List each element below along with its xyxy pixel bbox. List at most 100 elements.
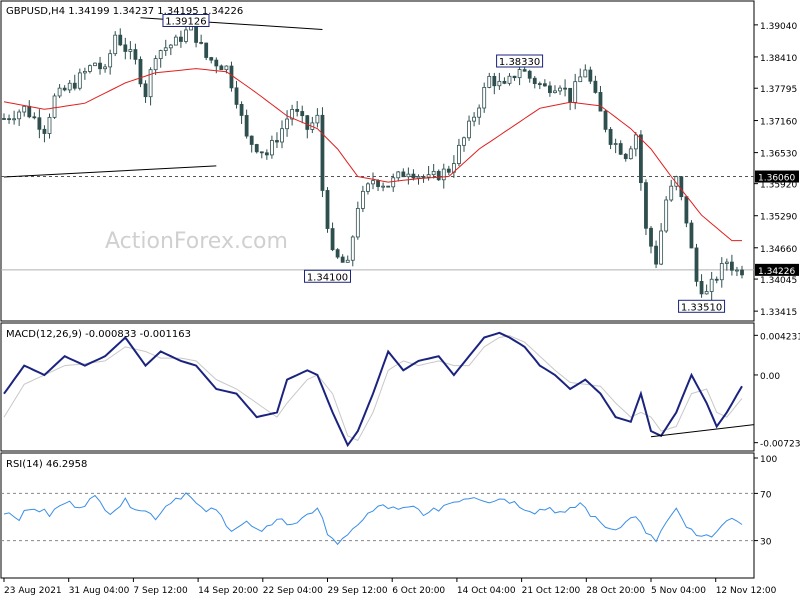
candle-body bbox=[143, 83, 148, 98]
candle-body bbox=[588, 69, 593, 82]
price-tick-label: 1.33415 bbox=[760, 308, 797, 318]
candle-body bbox=[315, 114, 320, 124]
candle-body bbox=[280, 128, 284, 143]
candle-body bbox=[42, 128, 47, 134]
annotation-label: 1.33510 bbox=[681, 302, 722, 313]
candle-body bbox=[108, 53, 113, 68]
x-tick-label: 7 Sep 12:00 bbox=[133, 586, 188, 596]
candle-body bbox=[659, 230, 664, 265]
candle-body bbox=[679, 176, 684, 198]
watermark: ActionForex.com bbox=[105, 229, 288, 254]
candle-body bbox=[517, 69, 522, 79]
candle-body bbox=[462, 137, 466, 146]
candle-body bbox=[649, 227, 653, 247]
candle-body bbox=[275, 140, 279, 143]
candle-body bbox=[482, 87, 487, 109]
candle-body bbox=[537, 83, 542, 86]
price-tick-label: 1.35290 bbox=[760, 213, 797, 223]
candle-body bbox=[573, 81, 578, 103]
candle-body bbox=[704, 291, 709, 295]
candle-body bbox=[350, 236, 355, 261]
x-tick-label: 22 Sep 04:00 bbox=[263, 586, 323, 596]
candle-body bbox=[133, 49, 138, 60]
candle-body bbox=[7, 118, 11, 121]
rsi-tick-label: 100 bbox=[760, 455, 777, 465]
candle-body bbox=[345, 259, 350, 263]
candle-body bbox=[628, 148, 633, 160]
candle-body bbox=[386, 185, 391, 188]
candle-body bbox=[441, 168, 446, 181]
candle-body bbox=[477, 107, 482, 118]
annotation-label: 1.39126 bbox=[165, 16, 206, 27]
candle-body bbox=[32, 116, 37, 119]
candle-body bbox=[603, 110, 608, 130]
candle-body bbox=[684, 196, 689, 224]
candle-body bbox=[93, 62, 97, 67]
candle-body bbox=[138, 58, 143, 85]
candle-body bbox=[548, 85, 552, 94]
candle-body bbox=[264, 152, 269, 156]
annotation-label: 1.34100 bbox=[307, 272, 348, 283]
candle-body bbox=[578, 76, 583, 83]
candle-body bbox=[401, 171, 406, 178]
candle-body bbox=[335, 249, 340, 258]
candle-body bbox=[527, 70, 532, 79]
x-tick-label: 23 Aug 2021 bbox=[4, 586, 62, 596]
chart-root: ActionForex.com 1.39126 1.38330 1.34100 1.3… bbox=[0, 0, 800, 596]
price-annotation: 1.33510 bbox=[678, 299, 726, 313]
x-tick-label: 6 Oct 20:00 bbox=[392, 586, 445, 596]
rsi-tick-label: 70 bbox=[760, 490, 772, 500]
candle-body bbox=[598, 92, 603, 112]
candle-body bbox=[82, 70, 87, 74]
price-tick-label: 1.38410 bbox=[760, 54, 797, 64]
candle-body bbox=[12, 118, 17, 121]
candle-body bbox=[128, 49, 133, 52]
candle-body bbox=[563, 87, 567, 90]
x-tick-label: 21 Oct 12:00 bbox=[522, 586, 581, 596]
candle-body bbox=[391, 177, 396, 188]
candle-body bbox=[623, 153, 628, 160]
candle-body bbox=[714, 278, 719, 281]
candle-body bbox=[613, 143, 618, 145]
candle-body bbox=[229, 65, 234, 89]
candle-body bbox=[618, 143, 623, 155]
candle-body bbox=[153, 58, 158, 71]
candle-body bbox=[644, 182, 648, 229]
price-level-tag-label: 1.34226 bbox=[758, 267, 795, 277]
candle-body bbox=[77, 72, 82, 89]
price-tick-label: 1.34660 bbox=[760, 245, 797, 255]
candle-body bbox=[320, 114, 325, 191]
candle-body bbox=[406, 173, 411, 178]
macd-tick-label: -0.00723 bbox=[760, 440, 800, 450]
candle-body bbox=[325, 190, 330, 229]
candle-body bbox=[259, 151, 264, 154]
candle-body bbox=[355, 208, 360, 238]
candle-body bbox=[158, 50, 163, 60]
macd-tick-label: 0.004231 bbox=[760, 332, 800, 342]
annotation-label: 1.38330 bbox=[499, 57, 540, 68]
x-tick-label: 14 Sep 20:00 bbox=[198, 586, 258, 596]
candle-body bbox=[67, 82, 72, 91]
rsi-title: RSI(14) 46.2958 bbox=[6, 459, 87, 470]
candle-body bbox=[669, 185, 674, 201]
candle-body bbox=[254, 144, 259, 153]
candle-body bbox=[416, 176, 421, 179]
candle-body bbox=[436, 170, 441, 181]
candle-body bbox=[522, 69, 527, 72]
candle-body bbox=[62, 87, 67, 91]
candle-body bbox=[98, 62, 102, 70]
candle-body bbox=[467, 120, 471, 139]
candle-body bbox=[123, 44, 128, 52]
candle-body bbox=[507, 75, 512, 84]
candle-body bbox=[426, 174, 431, 178]
candle-body bbox=[381, 185, 386, 188]
candle-body bbox=[285, 118, 289, 130]
candle-body bbox=[709, 278, 714, 292]
candle-body bbox=[542, 83, 547, 87]
candle-body bbox=[376, 180, 380, 187]
candle-body bbox=[37, 117, 42, 130]
candle-body bbox=[22, 105, 27, 113]
candle-body bbox=[179, 36, 183, 42]
candle-body bbox=[421, 176, 426, 178]
price-level-tag-label: 1.36060 bbox=[758, 174, 795, 184]
